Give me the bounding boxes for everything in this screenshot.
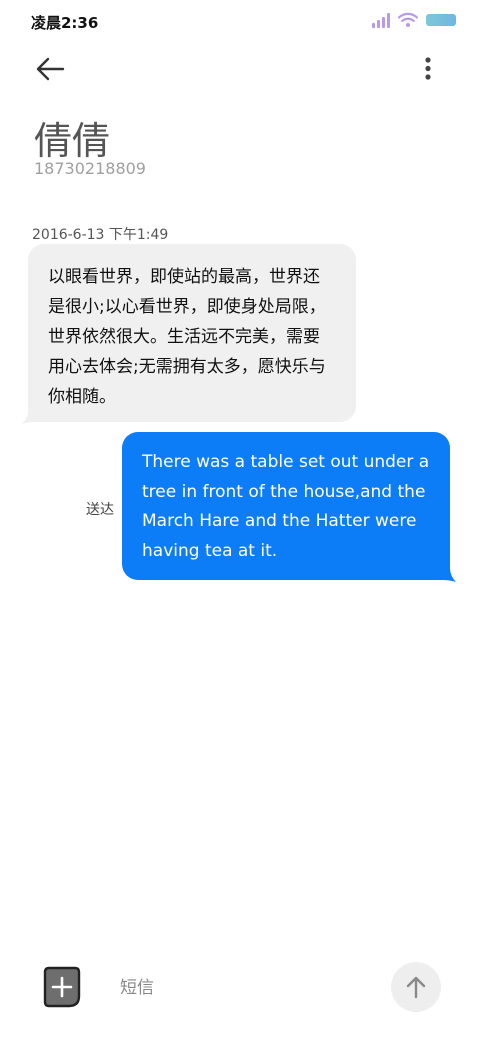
arrow-left-icon [36,57,65,81]
add-attachment-icon [43,966,81,1008]
delivery-status: 送达 [86,502,114,518]
received-bubble-tail [22,410,36,424]
attach-button[interactable] [43,966,81,1008]
battery-icon [426,14,456,26]
contact-number: 18730218809 [34,159,146,178]
signal-icon [372,12,390,28]
message-timestamp: 2016-6-13 下午1:49 [32,227,169,243]
send-button[interactable] [391,962,441,1012]
back-button[interactable] [33,54,69,84]
more-vertical-icon [425,57,431,80]
status-icons [372,12,456,28]
sent-message-text: There was a table set out under a tree i… [142,452,430,561]
message-input[interactable] [120,970,370,1006]
status-bar: 凌晨2:36 [0,0,480,42]
status-time: 凌晨2:36 [31,14,99,32]
sent-message-bubble[interactable]: There was a table set out under a tree i… [122,432,450,580]
sent-bubble-tail [442,568,456,582]
arrow-up-icon [406,976,426,999]
wifi-icon [398,12,418,27]
received-message-text: 以眼看世界，即使站的最高，世界还是很小;以心看世界，即使身处局限，世界依然很大。… [48,267,326,407]
received-message-bubble[interactable]: 以眼看世界，即使站的最高，世界还是很小;以心看世界，即使身处局限，世界依然很大。… [28,244,356,422]
more-button[interactable] [414,54,442,84]
contact-name: 倩倩 [34,119,111,163]
